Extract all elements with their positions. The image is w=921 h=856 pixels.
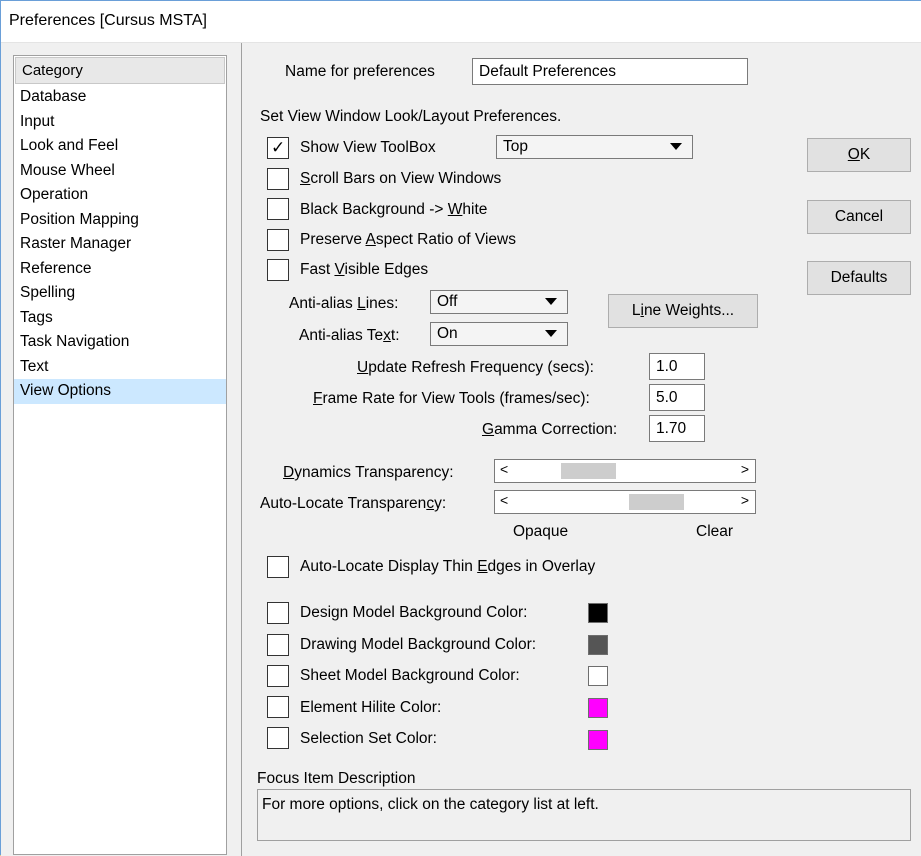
antialias-text-dropdown[interactable]: On [430,322,568,346]
selection-set-color-swatch[interactable] [588,730,608,750]
gamma-correction-input[interactable]: 1.70 [649,415,705,442]
category-item-raster-manager[interactable]: Raster Manager [14,232,226,257]
category-item-tags[interactable]: Tags [14,306,226,331]
chevron-down-icon [545,330,557,337]
design-model-color-checkbox[interactable] [267,602,289,624]
autolocate-transparency-slider[interactable]: < > [494,490,756,514]
refresh-frequency-label: Update Refresh Frequency (secs): [357,359,594,376]
toolbox-position-value: Top [503,138,528,155]
element-hilite-color-label: Element Hilite Color: [300,699,442,716]
title-bar: Preferences [Cursus MSTA] [1,1,921,43]
fast-visible-edges-checkbox[interactable] [267,259,289,281]
frame-rate-label: Frame Rate for View Tools (frames/sec): [313,390,590,407]
design-model-color-label: Design Model Background Color: [300,604,528,621]
section-heading: Set View Window Look/Layout Preferences. [260,108,562,125]
design-model-color-swatch[interactable] [588,603,608,623]
dynamics-slider-thumb[interactable] [561,463,616,479]
antialias-lines-value: Off [437,293,458,310]
autolocate-transparency-label: Auto-Locate Transparency: [260,495,447,512]
category-item-position-mapping[interactable]: Position Mapping [14,208,226,233]
focus-description-text: For more options, click on the category … [262,796,599,813]
antialias-lines-dropdown[interactable]: Off [430,290,568,314]
autolocate-slider-thumb[interactable] [629,494,684,510]
category-item-spelling[interactable]: Spelling [14,281,226,306]
cancel-button[interactable]: Cancel [807,200,911,234]
focus-heading: Focus Item Description [257,770,416,787]
category-item-task-navigation[interactable]: Task Navigation [14,330,226,355]
show-toolbox-checkbox[interactable]: ✓ [267,137,289,159]
sheet-model-color-swatch[interactable] [588,666,608,686]
scroll-bars-checkbox[interactable] [267,168,289,190]
chevron-down-icon [545,298,557,305]
dynamics-transparency-label: Dynamics Transparency: [283,464,454,481]
focus-description-box: For more options, click on the category … [257,789,911,841]
opaque-label: Opaque [513,523,569,540]
checkmark-icon: ✓ [271,138,286,157]
category-header[interactable]: Category [15,57,225,84]
drawing-model-color-swatch[interactable] [588,635,608,655]
drawing-model-color-checkbox[interactable] [267,634,289,656]
category-item-view-options[interactable]: View Options [14,379,226,404]
scroll-left-icon[interactable]: < [500,492,508,508]
scroll-right-icon[interactable]: > [741,461,749,477]
selection-set-color-checkbox[interactable] [267,727,289,749]
antialias-lines-label: Anti-alias Lines: [289,295,399,312]
scroll-bars-label: Scroll Bars on View Windows [300,170,502,187]
dialog-content: Category Database Input Look and Feel Mouse… [1,43,921,856]
black-background-label: Black Background -> White [300,201,488,218]
refresh-frequency-input[interactable]: 1.0 [649,353,705,380]
show-toolbox-label: Show View ToolBox [300,139,436,156]
preserve-aspect-checkbox[interactable] [267,229,289,251]
preferences-dialog: Preferences [Cursus MSTA] Category Datab… [0,0,921,856]
line-weights-button[interactable]: Line Weights... [608,294,758,328]
fast-visible-edges-label: Fast Visible Edges [300,261,429,278]
scroll-right-icon[interactable]: > [741,492,749,508]
category-items: Database Input Look and Feel Mouse Wheel Ope… [14,85,226,404]
toolbox-position-dropdown[interactable]: Top [496,135,693,159]
thin-edges-label: Auto-Locate Display Thin Edges in Overla… [300,558,596,575]
preserve-aspect-label: Preserve Aspect Ratio of Views [300,231,516,248]
category-item-operation[interactable]: Operation [14,183,226,208]
category-item-mouse-wheel[interactable]: Mouse Wheel [14,159,226,184]
category-item-text[interactable]: Text [14,355,226,380]
category-list[interactable]: Category Database Input Look and Feel Mouse… [13,55,227,855]
defaults-button[interactable]: Defaults [807,261,911,295]
element-hilite-color-checkbox[interactable] [267,696,289,718]
prefs-name-label: Name for preferences [285,63,435,80]
dynamics-transparency-slider[interactable]: < > [494,459,756,483]
chevron-down-icon [670,143,682,150]
thin-edges-checkbox[interactable] [267,556,289,578]
clear-label: Clear [696,523,734,540]
sheet-model-color-checkbox[interactable] [267,665,289,687]
frame-rate-input[interactable]: 5.0 [649,384,705,411]
antialias-text-value: On [437,325,458,342]
drawing-model-color-label: Drawing Model Background Color: [300,636,537,653]
category-item-input[interactable]: Input [14,110,226,135]
element-hilite-color-swatch[interactable] [588,698,608,718]
black-background-checkbox[interactable] [267,198,289,220]
category-item-database[interactable]: Database [14,85,226,110]
selection-set-color-label: Selection Set Color: [300,730,437,747]
sheet-model-color-label: Sheet Model Background Color: [300,667,520,684]
category-item-look-and-feel[interactable]: Look and Feel [14,134,226,159]
gamma-correction-label: Gamma Correction: [482,421,618,438]
antialias-text-label: Anti-alias Text: [299,327,400,344]
panel-divider [241,43,242,856]
window-title: Preferences [Cursus MSTA] [9,12,207,29]
scroll-left-icon[interactable]: < [500,461,508,477]
category-item-reference[interactable]: Reference [14,257,226,282]
prefs-name-input[interactable]: Default Preferences [472,58,748,85]
ok-button[interactable]: OK [807,138,911,172]
